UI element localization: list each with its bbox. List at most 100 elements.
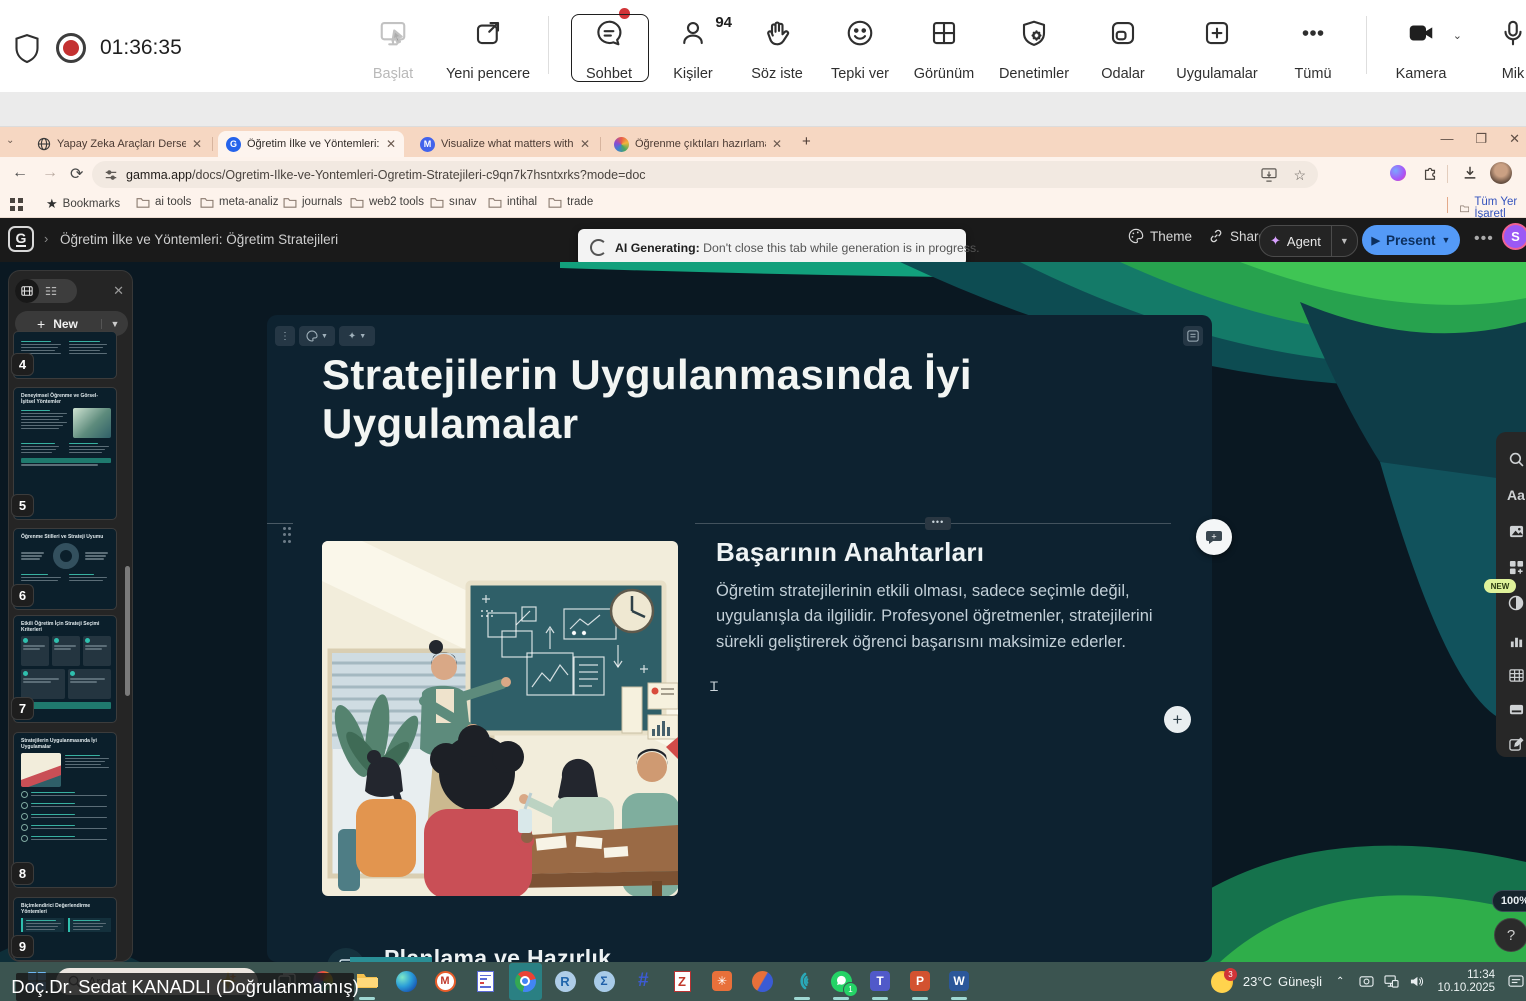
taskbar-app-word[interactable]: W — [946, 968, 972, 994]
section1-title[interactable]: Başarının Anahtarları — [716, 537, 984, 568]
comment-bubble-button[interactable]: + — [1196, 519, 1232, 555]
weather-temp[interactable]: 23°C — [1243, 974, 1272, 989]
card-menu-icon[interactable]: ⋮ — [275, 326, 295, 346]
doc-title[interactable]: Öğretim İlke ve Yöntemleri: Öğretim Stra… — [60, 232, 338, 247]
profile-avatar[interactable] — [1490, 162, 1512, 184]
header-more-icon[interactable]: ••• — [1474, 230, 1494, 248]
meeting-button-uygulamalar[interactable]: Uygulamalar — [1162, 12, 1272, 82]
bookmark-intihal[interactable]: intihal — [488, 196, 537, 208]
tray-chevron-icon[interactable]: ⌃ — [1336, 976, 1344, 987]
card-theme-icon[interactable]: ▼ — [299, 326, 335, 346]
browser-tab[interactable]: Öğrenme çıktıları hazırlama✕ — [606, 131, 790, 157]
forward-icon[interactable]: → — [42, 164, 58, 182]
theme-circle-icon[interactable] — [1503, 590, 1526, 616]
weather-label[interactable]: Güneşli — [1278, 974, 1322, 989]
blocks-add-icon[interactable] — [1503, 554, 1526, 580]
tray-cast-icon[interactable] — [1359, 975, 1374, 988]
zoom-level-badge[interactable]: 100% — [1492, 890, 1526, 912]
section1-text[interactable]: Öğretim stratejilerinin etkili olması, s… — [716, 579, 1178, 655]
panel-close-icon[interactable]: ✕ — [113, 283, 124, 299]
taskbar-app-docapp[interactable] — [472, 968, 498, 994]
clock[interactable]: 11:34 10.10.2025 — [1437, 969, 1495, 995]
bookmark-sınav[interactable]: sınav — [430, 196, 477, 208]
all-bookmarks-folder[interactable]: Tüm Yer İşaretl — [1460, 196, 1526, 220]
maximize-icon[interactable]: ❐ — [1475, 131, 1487, 147]
edit-pen-icon[interactable] — [1503, 730, 1526, 756]
notification-icon[interactable] — [1508, 975, 1524, 989]
tab-close-icon[interactable]: ✕ — [192, 137, 202, 151]
chart-icon[interactable] — [1503, 628, 1526, 654]
card-template-icon[interactable] — [1183, 326, 1203, 346]
tab-close-icon[interactable]: ✕ — [772, 137, 782, 151]
user-avatar[interactable]: S — [1502, 223, 1526, 250]
tray-network-icon[interactable] — [1384, 975, 1399, 988]
extensions-puzzle-icon[interactable] — [1422, 165, 1438, 181]
url-text[interactable]: gamma.app/docs/Ogretim-Ilke-ve-Yontemler… — [126, 168, 646, 182]
url-bar[interactable]: gamma.app/docs/Ogretim-Ilke-ve-Yontemler… — [92, 161, 1318, 188]
close-icon[interactable]: ✕ — [1509, 131, 1520, 147]
window-controls[interactable]: — ❐ ✕ — [1440, 131, 1520, 147]
tab-close-icon[interactable]: ✕ — [386, 137, 396, 151]
filmstrip-view-icon[interactable] — [15, 279, 39, 303]
present-dropdown-chevron-icon[interactable]: ▼ — [1442, 235, 1451, 245]
taskbar-app-powerpoint[interactable]: P — [907, 968, 933, 994]
tray-volume-icon[interactable] — [1409, 975, 1424, 988]
tune-icon[interactable] — [104, 168, 118, 182]
taskbar-app-rstudio[interactable]: R — [552, 968, 578, 994]
taskbar-app-jasp[interactable] — [749, 968, 775, 994]
taskbar-app-mendeley[interactable]: M — [432, 968, 458, 994]
bookmark-journals[interactable]: journals — [283, 196, 342, 208]
apps-grid-icon[interactable] — [10, 198, 24, 212]
image-icon[interactable] — [1503, 518, 1526, 544]
weather-icon[interactable]: 3 — [1211, 971, 1233, 993]
bookmark-star-icon[interactable]: ☆ — [1293, 168, 1306, 182]
taskbar-app-zotero[interactable]: Z — [669, 968, 695, 994]
taskbar-app-sigma[interactable]: Σ — [591, 968, 617, 994]
extension-brain-icon[interactable] — [1390, 165, 1406, 181]
minimize-icon[interactable]: — — [1440, 131, 1453, 147]
add-block-button[interactable]: + — [1164, 706, 1191, 733]
panel-view-toggle[interactable] — [15, 279, 77, 303]
meeting-button-mik[interactable]: Mik — [1458, 12, 1526, 82]
browser-tab[interactable]: GÖğretim İlke ve Yöntemleri: Öğr✕ — [218, 131, 404, 157]
taskbar-app-hash[interactable]: # — [630, 968, 656, 994]
help-button[interactable]: ? — [1494, 918, 1526, 952]
block-divider-handle[interactable]: ••• — [925, 517, 951, 530]
bookmark-meta-analiz[interactable]: meta-analiz — [200, 196, 278, 208]
back-icon[interactable]: ← — [12, 164, 28, 182]
tab-search-chevron-icon[interactable]: ⌄ — [6, 135, 14, 146]
meeting-button-tümü[interactable]: Tümü — [1258, 12, 1368, 82]
agent-dropdown-chevron-icon[interactable]: ▼ — [1331, 226, 1357, 256]
card-layout-icon[interactable] — [1503, 696, 1526, 722]
downloads-icon[interactable] — [1462, 165, 1478, 181]
bookmark-ai-tools[interactable]: ai tools — [136, 196, 191, 208]
browser-tab[interactable]: Yapay Zeka Araçları Derse Enteg✕ — [28, 131, 210, 157]
search-icon[interactable] — [1503, 446, 1526, 472]
text-style-icon[interactable]: Aa — [1503, 482, 1526, 508]
theme-button[interactable]: Theme — [1128, 228, 1192, 244]
install-icon[interactable] — [1261, 168, 1277, 182]
gamma-logo[interactable]: G — [8, 226, 34, 252]
taskbar-app-teams[interactable]: T — [867, 968, 893, 994]
reload-icon[interactable]: ⟳ — [70, 164, 83, 184]
present-button[interactable]: ▶ Present ▼ — [1362, 225, 1460, 255]
taskbar-app-edge[interactable] — [393, 968, 419, 994]
list-view-icon[interactable] — [39, 279, 63, 303]
table-icon[interactable] — [1503, 662, 1526, 688]
meeting-button-yeni-pencere[interactable]: Yeni pencere — [433, 12, 543, 82]
bookmark-web2-tools[interactable]: web2 tools — [350, 196, 424, 208]
panel-scrollbar[interactable] — [125, 566, 130, 696]
bookmark-bookmarks[interactable]: ★Bookmarks — [46, 196, 120, 212]
taskbar-app-whatsapp[interactable]: 1 — [828, 968, 854, 994]
agent-button[interactable]: ✦Agent ▼ — [1259, 225, 1358, 257]
taskbar-app-chrome[interactable] — [512, 968, 538, 994]
block-drag-handle[interactable] — [283, 527, 293, 544]
share-button[interactable]: Share — [1208, 228, 1266, 244]
new-slide-chevron-icon[interactable]: ▼ — [101, 319, 128, 329]
taskbar-app-starburst[interactable]: ✳ — [709, 968, 735, 994]
tab-close-icon[interactable]: ✕ — [580, 137, 590, 151]
bookmark-trade[interactable]: trade — [548, 196, 593, 208]
slide-title[interactable]: Stratejilerin Uygulanmasında İyi Uygulam… — [322, 351, 1022, 448]
new-tab-button[interactable]: + — [802, 133, 811, 150]
card-ai-icon[interactable]: ✦▼ — [339, 326, 375, 346]
